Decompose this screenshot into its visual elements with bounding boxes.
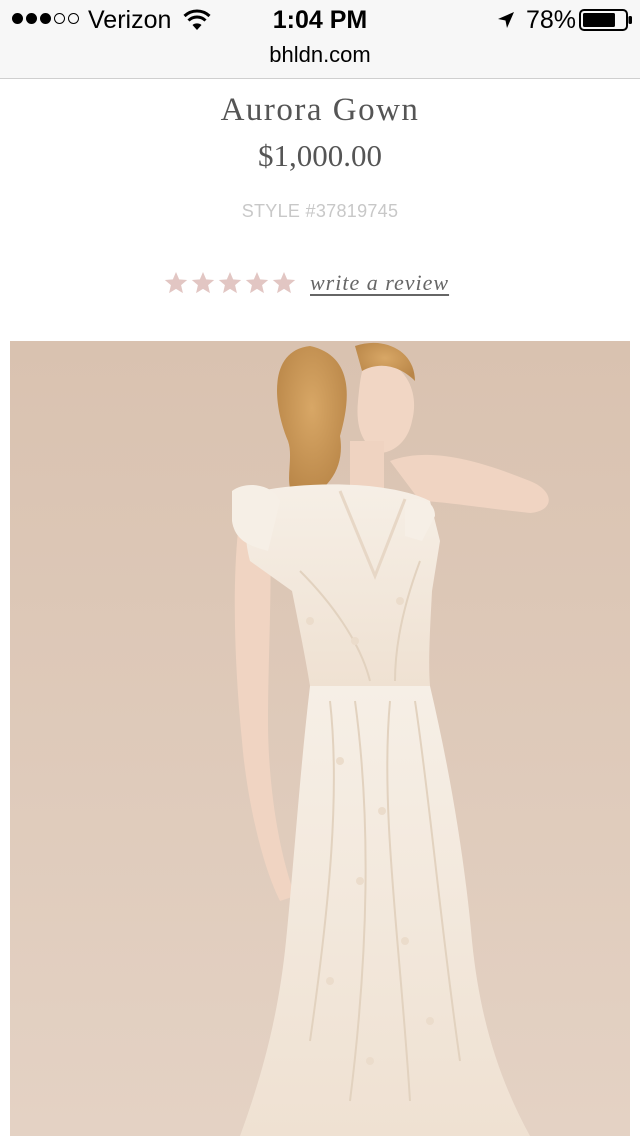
address-bar[interactable]: bhldn.com [0,40,640,79]
location-arrow-icon [498,12,514,28]
product-price: $1,000.00 [258,138,382,173]
battery-percent: 78% [526,6,577,34]
rating-row: write a review [163,270,449,296]
product-title: Aurora Gown [220,92,420,128]
gown-illustration [10,341,630,1136]
product-style-number: STYLE #37819745 [241,201,399,221]
battery-icon [579,9,632,31]
url-text[interactable]: bhldn.com [269,42,371,68]
star-rating [163,270,297,296]
star-icon[interactable] [163,270,189,296]
star-icon[interactable] [244,270,270,296]
product-photo[interactable] [10,341,630,1136]
star-icon[interactable] [190,270,216,296]
star-icon[interactable] [217,270,243,296]
star-icon[interactable] [271,270,297,296]
status-bar: Verizon 1:04 PM 78% [0,0,640,40]
write-review-link[interactable]: write a review [310,270,449,296]
